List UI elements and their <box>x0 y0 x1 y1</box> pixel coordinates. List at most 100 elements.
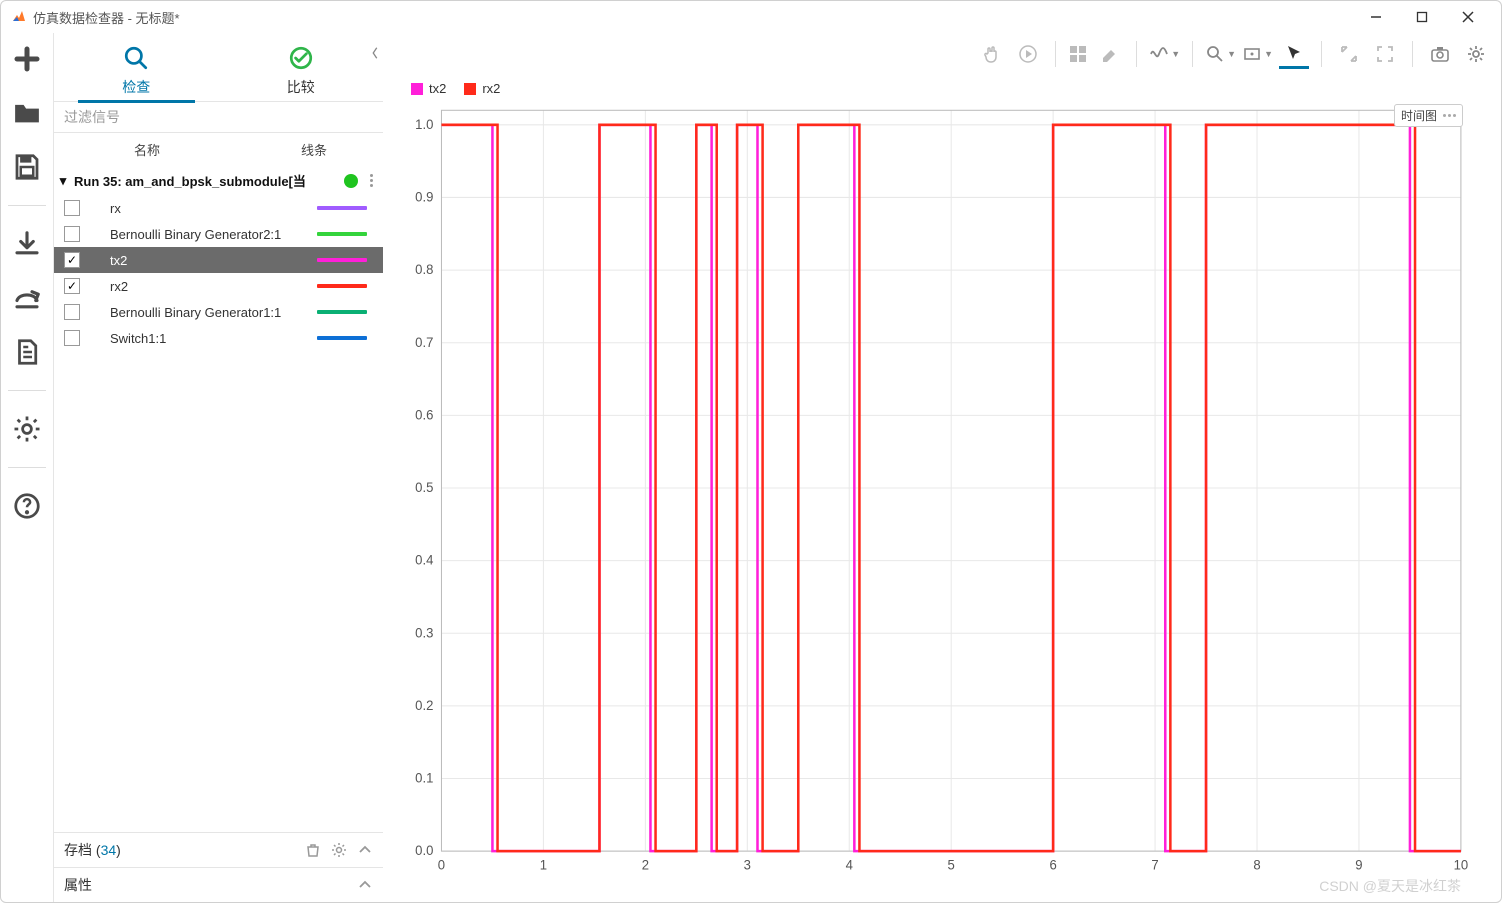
plot-settings-button[interactable] <box>1461 39 1491 69</box>
svg-text:0.9: 0.9 <box>415 189 433 204</box>
save-button[interactable] <box>7 147 47 187</box>
svg-text:0.8: 0.8 <box>415 262 433 277</box>
signal-row[interactable]: ✓ tx2 <box>54 247 383 273</box>
titlebar: 仿真数据检查器 - 无标题* <box>1 1 1501 33</box>
signal-name: tx2 <box>104 253 307 268</box>
col-line: 线条 <box>301 140 373 159</box>
trash-icon[interactable] <box>305 842 321 858</box>
chevron-up-icon[interactable] <box>357 842 373 858</box>
gear-icon[interactable] <box>331 842 347 858</box>
svg-text:4: 4 <box>846 858 853 873</box>
signal-name: rx <box>104 201 307 216</box>
checkbox[interactable] <box>64 330 80 346</box>
zoom-fit-button[interactable]: ▼ <box>1242 44 1273 64</box>
signal-row[interactable]: rx <box>54 195 383 221</box>
separator <box>8 390 46 391</box>
check-circle-icon <box>219 45 384 71</box>
clear-button[interactable] <box>1094 39 1124 69</box>
svg-text:0.2: 0.2 <box>415 698 433 713</box>
layout-button[interactable] <box>1068 44 1088 64</box>
svg-text:0.6: 0.6 <box>415 407 433 422</box>
tab-inspect[interactable]: 检查 <box>54 33 219 101</box>
svg-text:9: 9 <box>1355 858 1362 873</box>
separator <box>1136 41 1137 67</box>
plot-area: ▼ ▼ ▼ tx2rx2 时间图 0123456789100.00.10.20.… <box>383 33 1501 902</box>
new-button[interactable] <box>7 39 47 79</box>
checkbox[interactable] <box>64 304 80 320</box>
checkbox[interactable]: ✓ <box>64 278 80 294</box>
color-swatch <box>317 206 367 210</box>
app-window: 仿真数据检查器 - 无标题* <box>0 0 1502 903</box>
svg-text:0.3: 0.3 <box>415 625 433 640</box>
signal-name: Bernoulli Binary Generator1:1 <box>104 305 307 320</box>
settings-button[interactable] <box>7 409 47 449</box>
tab-inspect-label: 检查 <box>122 79 150 95</box>
maximize-button[interactable] <box>1399 3 1445 31</box>
checkbox[interactable] <box>64 226 80 242</box>
svg-text:6: 6 <box>1049 858 1056 873</box>
legend-swatch <box>464 83 476 95</box>
import-button[interactable] <box>7 224 47 264</box>
signal-type-button[interactable]: ▼ <box>1149 44 1180 64</box>
plot-canvas: 0123456789100.00.10.20.30.40.50.60.70.80… <box>391 100 1471 882</box>
tab-compare-label: 比较 <box>287 79 315 95</box>
export-button[interactable] <box>7 278 47 318</box>
cursor-button[interactable] <box>1279 39 1309 69</box>
snapshot-button[interactable] <box>1425 39 1455 69</box>
panel-tabs: 检查 比较 <box>54 33 383 101</box>
stream-button[interactable] <box>1013 39 1043 69</box>
separator <box>1412 41 1413 67</box>
folder-button[interactable] <box>7 93 47 133</box>
report-button[interactable] <box>7 332 47 372</box>
separator <box>8 467 46 468</box>
svg-text:0.1: 0.1 <box>415 771 433 786</box>
archive-row[interactable]: 存档 (34) <box>54 833 383 867</box>
checkbox[interactable] <box>64 200 80 216</box>
more-icon <box>1443 114 1456 117</box>
signal-row[interactable]: Bernoulli Binary Generator1:1 <box>54 299 383 325</box>
signal-row[interactable]: Bernoulli Binary Generator2:1 <box>54 221 383 247</box>
search-icon <box>54 45 219 71</box>
column-headers: 名称 线条 <box>54 133 383 166</box>
filter-input[interactable] <box>54 101 383 133</box>
minimize-button[interactable] <box>1353 3 1399 31</box>
plot-type-badge[interactable]: 时间图 <box>1394 104 1463 127</box>
color-swatch <box>317 284 367 288</box>
zoom-button[interactable]: ▼ <box>1205 44 1236 64</box>
time-plot[interactable]: 时间图 0123456789100.00.10.20.30.40.50.60.7… <box>391 100 1471 882</box>
separator <box>1055 41 1056 67</box>
signal-row[interactable]: ✓ rx2 <box>54 273 383 299</box>
left-toolbar <box>1 33 53 902</box>
svg-text:3: 3 <box>744 858 751 873</box>
svg-text:5: 5 <box>948 858 955 873</box>
properties-row[interactable]: 属性 <box>54 867 383 902</box>
legend-item: tx2 <box>411 81 446 96</box>
run-row[interactable]: ▾ Run 35: am_and_bpsk_submodule[当 <box>54 166 383 195</box>
chevron-down-icon: ▾ <box>58 173 68 189</box>
separator <box>1192 41 1193 67</box>
svg-text:1: 1 <box>540 858 547 873</box>
pan-hand-button[interactable] <box>977 39 1007 69</box>
legend-label: tx2 <box>429 81 446 96</box>
checkbox[interactable]: ✓ <box>64 252 80 268</box>
color-swatch <box>317 232 367 236</box>
signal-row[interactable]: Switch1:1 <box>54 325 383 351</box>
svg-text:7: 7 <box>1151 858 1158 873</box>
fullscreen-button[interactable] <box>1370 39 1400 69</box>
archive-label: 存档 (34) <box>64 840 295 860</box>
expand-button[interactable] <box>1334 39 1364 69</box>
svg-text:0.5: 0.5 <box>415 480 433 495</box>
signal-tree: ▾ Run 35: am_and_bpsk_submodule[当 rx Ber… <box>54 166 383 832</box>
panel-footer: 存档 (34) 属性 <box>54 832 383 902</box>
tab-compare[interactable]: 比较 <box>219 33 384 101</box>
properties-label: 属性 <box>64 875 347 895</box>
svg-text:0.7: 0.7 <box>415 335 433 350</box>
chevron-up-icon[interactable] <box>357 877 373 893</box>
color-swatch <box>317 336 367 340</box>
help-button[interactable] <box>7 486 47 526</box>
more-icon[interactable] <box>364 174 379 187</box>
legend-item: rx2 <box>464 81 500 96</box>
plot-toolbar: ▼ ▼ ▼ <box>383 33 1501 75</box>
close-button[interactable] <box>1445 3 1491 31</box>
signal-name: Switch1:1 <box>104 331 307 346</box>
